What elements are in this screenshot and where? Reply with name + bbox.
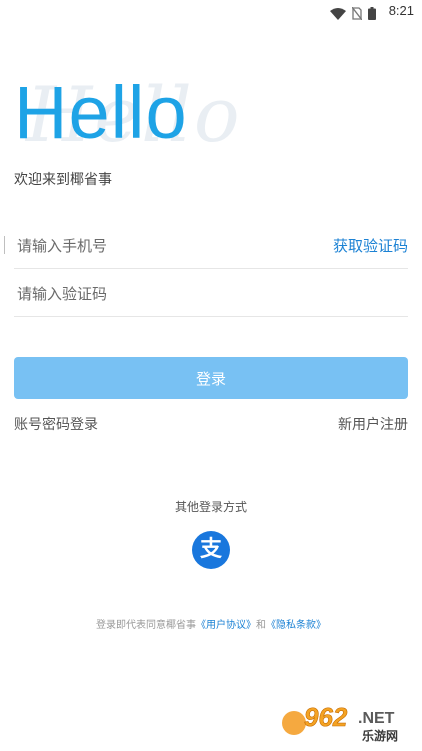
login-button-label: 登录: [195, 369, 226, 388]
register-link[interactable]: 新用户注册: [338, 414, 408, 434]
alipay-login-button[interactable]: 支: [192, 531, 230, 569]
welcome-subtitle: 欢迎来到椰省事: [14, 172, 112, 188]
status-time: 8:21: [388, 3, 414, 18]
svg-text:962: 962: [304, 702, 348, 732]
svg-text:乐游网: 乐游网: [362, 728, 398, 743]
verification-code-field[interactable]: 请输入验证码: [14, 272, 408, 317]
agreement-text: 登录即代表同意椰省事《用户协议》和《隐私条款》: [0, 616, 422, 631]
phone-input[interactable]: 请输入手机号: [17, 235, 107, 256]
svg-text:.NET: .NET: [358, 710, 395, 727]
no-sim-icon: [351, 5, 363, 24]
hello-title: Hello: [14, 71, 188, 154]
user-agreement-link[interactable]: 《用户协议》: [196, 620, 256, 631]
battery-icon: [368, 5, 376, 24]
privacy-link[interactable]: 《隐私条款》: [266, 620, 326, 631]
other-login-title: 其他登录方式: [174, 500, 247, 514]
get-code-button[interactable]: 获取验证码: [333, 235, 408, 256]
password-login-link[interactable]: 账号密码登录: [14, 414, 98, 434]
site-watermark-logo: 962 .NET 乐游网: [280, 699, 412, 743]
phone-field[interactable]: 请输入手机号 获取验证码: [4, 224, 408, 269]
status-icons: [330, 5, 376, 24]
agreement-prefix: 登录即代表同意椰省事: [96, 620, 196, 631]
alipay-icon: 支: [199, 537, 222, 562]
code-input[interactable]: 请输入验证码: [17, 283, 107, 304]
status-bar: 8:21: [0, 0, 422, 24]
wifi-icon: [330, 5, 346, 24]
login-button[interactable]: 登录: [14, 357, 408, 399]
text-cursor: [4, 236, 5, 254]
agreement-and: 和: [256, 620, 266, 631]
